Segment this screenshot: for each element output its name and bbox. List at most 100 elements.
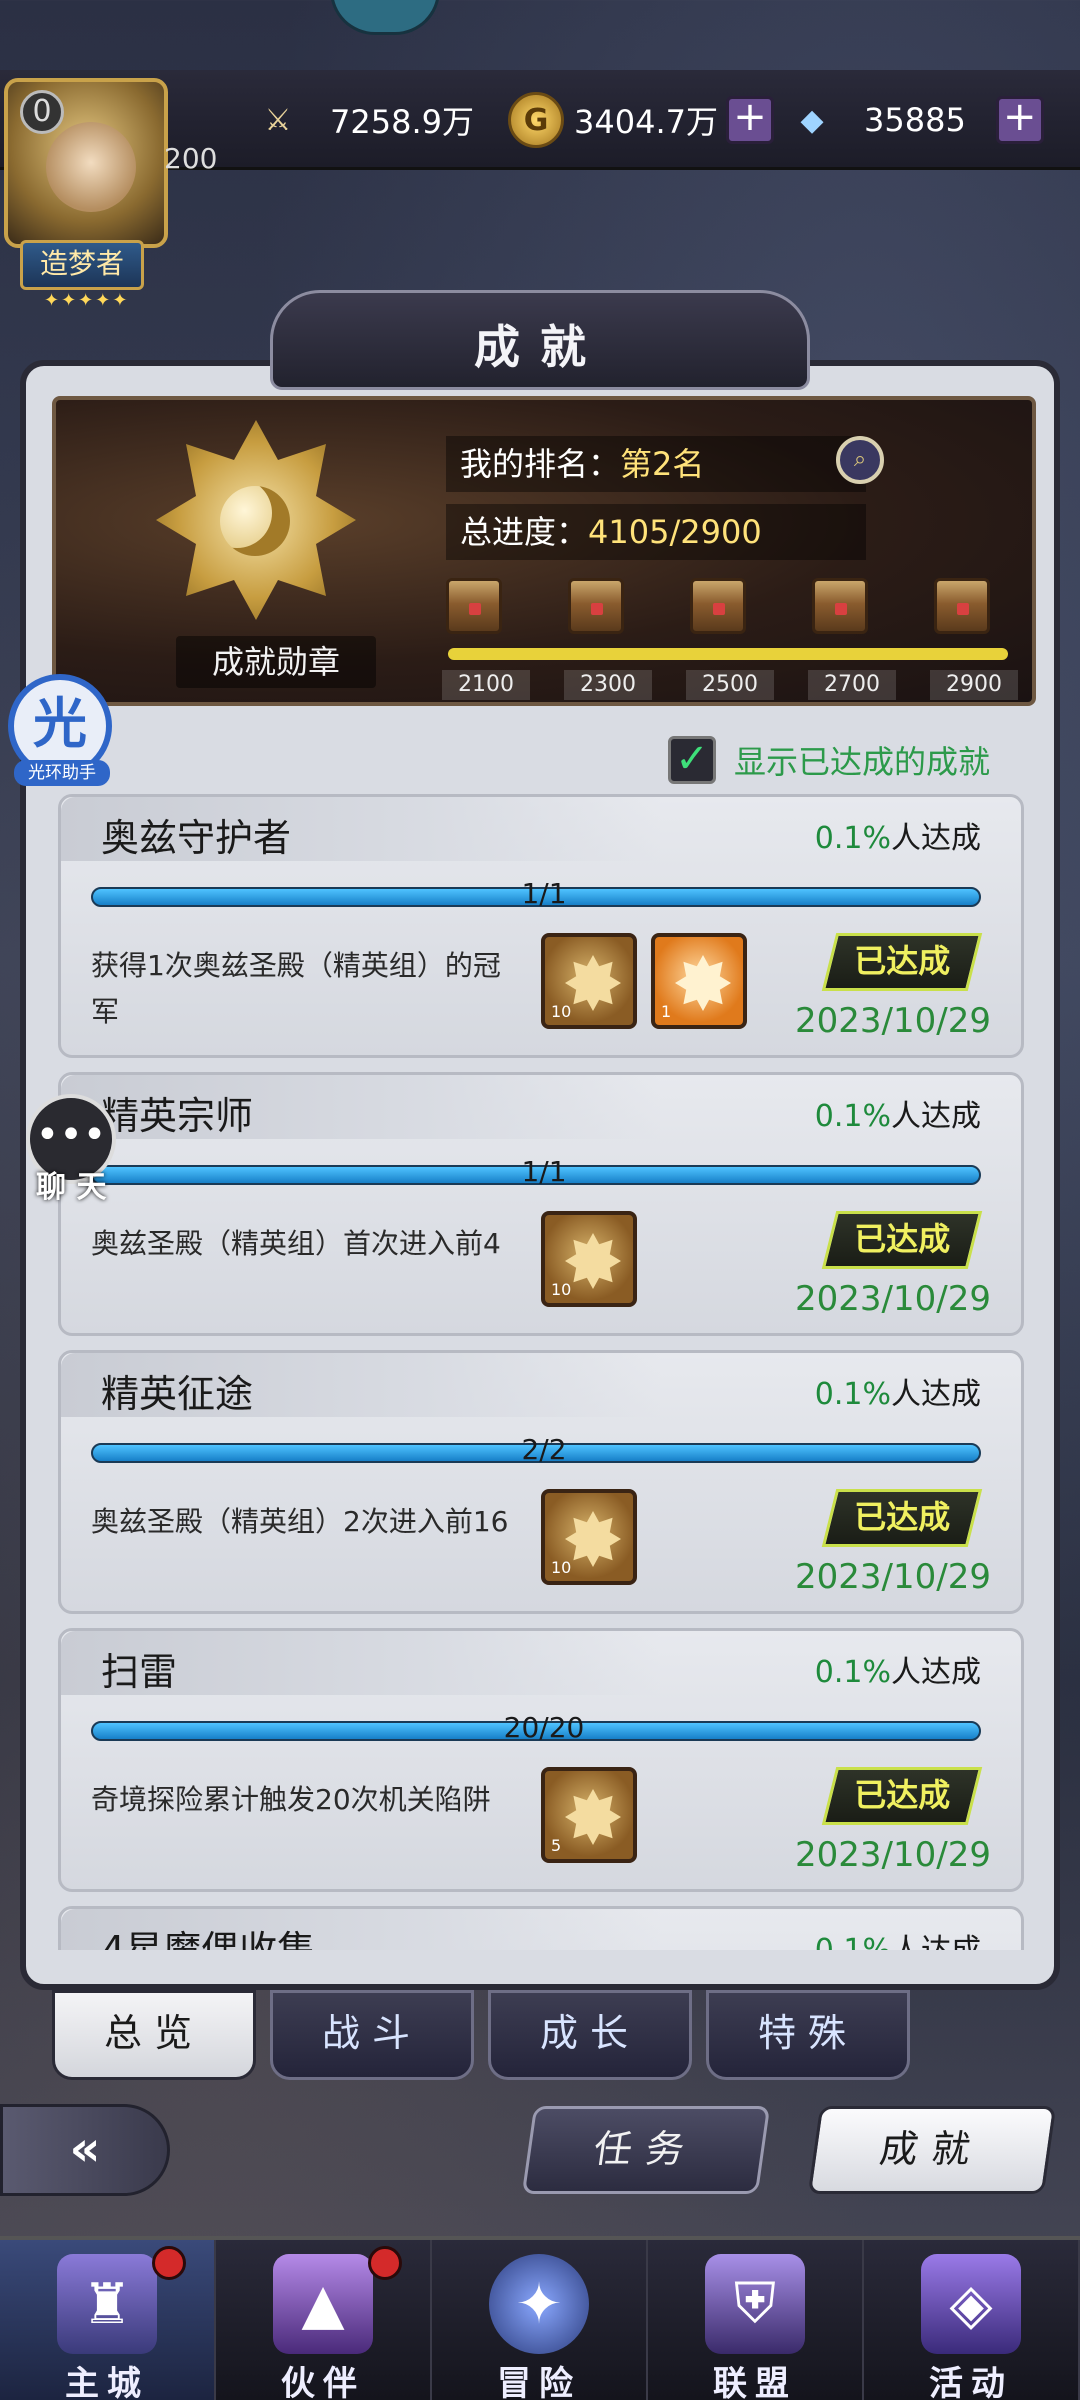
- notification-dot: [152, 2246, 186, 2280]
- reward-qty: 5: [551, 1836, 562, 1855]
- milestone-label: 2700: [808, 670, 896, 700]
- notification-dot: [368, 2246, 402, 2280]
- rate-suffix: 人达成: [891, 1099, 981, 1134]
- achievement-card: 精英征途 0.1%人达成 2/2 奥兹圣殿（精英组）2次进入前16 10 已达成…: [58, 1350, 1024, 1614]
- bottom-nav: ♜ 主城 ▲ 伙伴 ✦ 冒险 ⛨ 联盟 ◈ 活动: [0, 2236, 1080, 2400]
- achievement-description: 奥兹圣殿（精英组）首次进入前4: [91, 1227, 501, 1260]
- achievement-card: 4星魔偶收集 0.1%人达成: [58, 1906, 1024, 1950]
- milestone-label: 2100: [442, 670, 530, 700]
- player-title-badge: 造梦者: [20, 240, 144, 290]
- nav-events[interactable]: ◈ 活动: [864, 2240, 1080, 2400]
- rate-percent: 0.1%: [814, 1099, 891, 1134]
- reward-medal-icon[interactable]: 10: [541, 1489, 637, 1585]
- completion-date: 2023/10/29: [795, 1835, 991, 1875]
- sword-icon: ⚔: [264, 102, 292, 138]
- power-resource: ⚔ 7258.9万: [250, 92, 474, 148]
- medal-summary: 成就勋章 我的排名：第2名 ⌕ 总进度：4105/2900 2100 2300 …: [52, 396, 1036, 706]
- achievement-rate: 0.1%人达成: [815, 1925, 981, 1950]
- nav-label: 联盟: [713, 2364, 797, 2400]
- nav-label: 主城: [65, 2364, 149, 2400]
- achievement-rate: 0.1%人达成: [815, 813, 981, 857]
- reward-crest-icon[interactable]: 1: [651, 933, 747, 1029]
- reward-medal-icon[interactable]: 5: [541, 1767, 637, 1863]
- checkmark-icon[interactable]: ✓: [668, 736, 716, 784]
- chest-icon[interactable]: [568, 578, 624, 634]
- rate-percent: 0.1%: [814, 821, 891, 856]
- level-badge: 0: [20, 90, 64, 134]
- gold-coin-icon: G: [508, 92, 564, 148]
- witch-hat-icon: ▲: [273, 2254, 373, 2354]
- completion-date: 2023/10/29: [795, 1001, 991, 1041]
- back-button[interactable]: «: [0, 2104, 170, 2196]
- achievement-description: 奥兹圣殿（精英组）2次进入前16: [91, 1505, 509, 1538]
- rate-suffix: 人达成: [891, 1655, 981, 1690]
- assistant-button[interactable]: 光 光环助手: [0, 674, 120, 786]
- add-gold-button[interactable]: +: [725, 96, 774, 144]
- tab-battle[interactable]: 战斗: [270, 1990, 474, 2080]
- reward-qty: 10: [551, 1558, 572, 1577]
- show-completed-toggle[interactable]: ✓ 显示已达成的成就: [668, 736, 990, 784]
- page-title: 成就: [474, 320, 606, 374]
- category-tabs: 总览 战斗 成长 特殊: [52, 1990, 932, 2080]
- completed-badge: 已达成: [821, 933, 983, 991]
- title-stars: ✦✦✦✦✦: [44, 290, 130, 311]
- task-button[interactable]: 任务: [521, 2106, 771, 2194]
- achievement-title: 扫雷: [101, 1650, 178, 1694]
- diamond-icon: ◆: [800, 102, 824, 138]
- player-avatar[interactable]: 0: [4, 78, 168, 248]
- achievement-title: 精英征途: [101, 1372, 254, 1416]
- reward-qty: 10: [551, 1280, 572, 1299]
- rate-suffix: 人达成: [891, 1377, 981, 1412]
- diamond-value: 35885: [864, 101, 966, 139]
- header-frame: 成就: [270, 290, 810, 390]
- medal-label: 成就勋章: [176, 636, 376, 688]
- chat-label: 聊 天: [36, 1170, 107, 1205]
- avatar-portrait: [46, 122, 136, 212]
- shield-icon: ⛨: [705, 2254, 805, 2354]
- rank-label: 我的排名：: [460, 445, 621, 483]
- rate-percent: 0.1%: [815, 1933, 891, 1950]
- tab-overview[interactable]: 总览: [52, 1990, 256, 2080]
- achievement-count: 1/1: [521, 1155, 567, 1188]
- chest-icon[interactable]: [812, 578, 868, 634]
- achievement-rate: 0.1%人达成: [815, 1647, 981, 1691]
- achievement-count: 2/2: [521, 1433, 567, 1466]
- reward-medal-icon[interactable]: 10: [541, 1211, 637, 1307]
- nav-partners[interactable]: ▲ 伙伴: [216, 2240, 432, 2400]
- search-icon[interactable]: ⌕: [836, 436, 884, 484]
- tab-growth[interactable]: 成长: [488, 1990, 692, 2080]
- achievement-card: 奥兹守护者 0.1%人达成 1/1 获得1次奥兹圣殿（精英组）的冠军 10 1 …: [58, 794, 1024, 1058]
- nav-adventure[interactable]: ✦ 冒险: [432, 2240, 648, 2400]
- completion-date: 2023/10/29: [795, 1557, 991, 1597]
- achievement-button[interactable]: 成就: [807, 2106, 1057, 2194]
- chat-button[interactable]: ••• 聊 天: [26, 1094, 126, 1205]
- milestone-label: 2500: [686, 670, 774, 700]
- my-rank: 我的排名：第2名: [446, 436, 866, 492]
- chest-icon[interactable]: [690, 578, 746, 634]
- nav-alliance[interactable]: ⛨ 联盟: [648, 2240, 864, 2400]
- progress-value: 4105/2900: [588, 513, 762, 551]
- nav-label: 活动: [929, 2364, 1013, 2400]
- achievement-count: 20/20: [503, 1711, 585, 1744]
- achievement-list[interactable]: 奥兹守护者 0.1%人达成 1/1 获得1次奥兹圣殿（精英组）的冠军 10 1 …: [58, 790, 1024, 1950]
- moon-emblem-icon: [220, 486, 290, 556]
- tab-special[interactable]: 特殊: [706, 1990, 910, 2080]
- castle-icon: ♜: [57, 2254, 157, 2354]
- nav-main-city[interactable]: ♜ 主城: [0, 2240, 216, 2400]
- add-diamond-button[interactable]: +: [995, 96, 1044, 144]
- completion-date: 2023/10/29: [795, 1279, 991, 1319]
- rate-percent: 0.1%: [814, 1655, 891, 1690]
- chest-icon[interactable]: [446, 578, 502, 634]
- milestone-label: 2300: [564, 670, 652, 700]
- achievement-rate: 0.1%人达成: [815, 1091, 981, 1135]
- reward-qty: 10: [551, 1002, 572, 1021]
- reward-qty: 1: [661, 1002, 672, 1021]
- assistant-caption: 光环助手: [14, 760, 110, 786]
- completed-badge: 已达成: [821, 1489, 983, 1547]
- achievement-rate: 0.1%人达成: [815, 1369, 981, 1413]
- avatar-side-number: 200: [164, 142, 218, 175]
- reward-medal-icon[interactable]: 10: [541, 933, 637, 1029]
- rate-suffix: 人达成: [891, 1933, 981, 1950]
- chest-icon[interactable]: [934, 578, 990, 634]
- cards-icon: ◈: [921, 2254, 1021, 2354]
